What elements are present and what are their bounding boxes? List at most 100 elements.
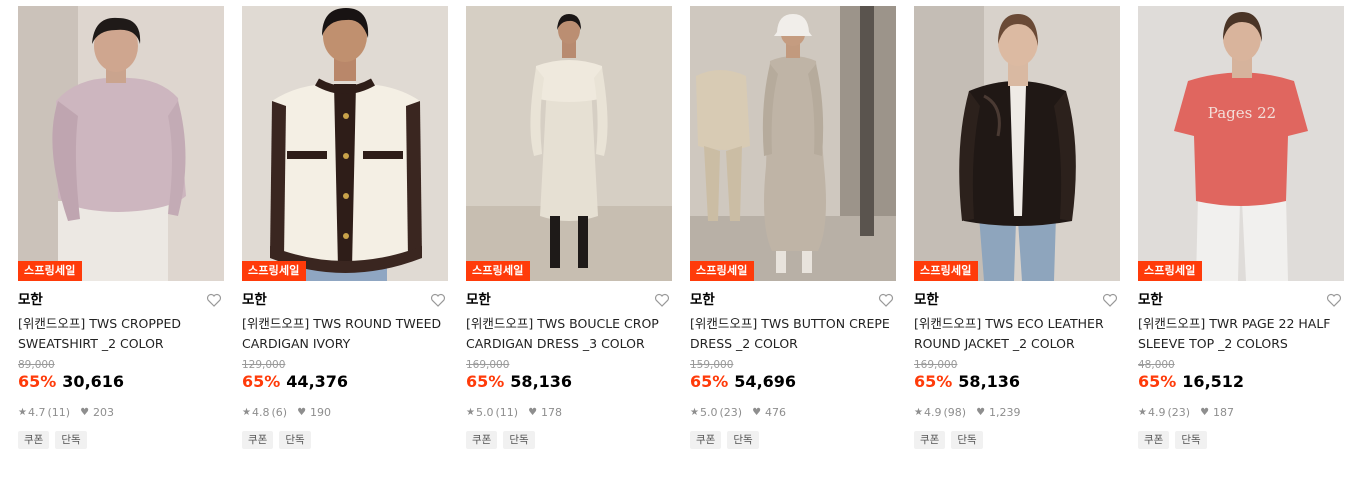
review-count: (6)	[271, 406, 288, 419]
like-count: 1,239	[989, 406, 1021, 419]
sale-price: 16,512	[1182, 372, 1245, 391]
rating-value: 4.7	[27, 406, 46, 419]
star-icon: ★	[690, 407, 699, 418]
sale-badge: 스프링세일	[914, 261, 978, 281]
product-name[interactable]: [위캔드오프] TWS CROPPED SWEATSHIRT _2 COLOR	[18, 314, 224, 353]
product-photo	[18, 6, 224, 281]
product-name[interactable]: [위캔드오프] TWS ECO LEATHER ROUND JACKET _2 …	[914, 314, 1120, 353]
coupon-tag: 쿠폰	[242, 431, 274, 449]
heart-filled-icon: ♥	[528, 407, 538, 418]
product-photo	[242, 6, 448, 281]
exclusive-tag: 단독	[1175, 431, 1207, 449]
product-card[interactable]: 스프링세일 모한 [위캔드오프] TWS ECO LEATHER ROUND J…	[914, 6, 1120, 449]
product-card[interactable]: 스프링세일 모한 [위캔드오프] TWS BOUCLE CROP CARDIGA…	[466, 6, 672, 449]
rating-value: 4.8	[251, 406, 270, 419]
review-meta: ★ 4.9 (23) ♥ 187	[1138, 406, 1344, 420]
product-photo: Pages 22	[1138, 6, 1344, 281]
heart-filled-icon: ♥	[297, 407, 307, 418]
product-photo	[914, 6, 1120, 281]
coupon-tag: 쿠폰	[18, 431, 50, 449]
heart-outline-icon[interactable]	[1102, 292, 1118, 308]
brand-name[interactable]: 모한	[466, 292, 491, 308]
product-card[interactable]: 스프링세일 모한 [위캔드오프] TWS BUTTON CREPE DRESS …	[690, 6, 896, 449]
like-count: 178	[541, 406, 563, 419]
star-icon: ★	[1138, 407, 1147, 418]
original-price: 169,000	[914, 359, 958, 371]
review-meta: ★ 4.9 (98) ♥ 1,239	[914, 406, 1120, 420]
sale-price: 30,616	[62, 372, 125, 391]
coupon-tag: 쿠폰	[466, 431, 498, 449]
heart-filled-icon: ♥	[80, 407, 90, 418]
discount-rate: 65%	[690, 372, 729, 391]
review-meta: ★ 4.7 (11) ♥ 203	[18, 406, 224, 420]
heart-filled-icon: ♥	[752, 407, 762, 418]
star-icon: ★	[914, 407, 923, 418]
product-image[interactable]: Pages 22 스프링세일	[1138, 6, 1344, 281]
original-price: 169,000	[466, 359, 510, 371]
discount-rate: 65%	[466, 372, 505, 391]
sale-badge: 스프링세일	[242, 261, 306, 281]
product-image[interactable]: 스프링세일	[690, 6, 896, 281]
review-count: (11)	[47, 406, 71, 419]
like-count: 203	[93, 406, 115, 419]
product-grid: 스프링세일 모한 [위캔드오프] TWS CROPPED SWEATSHIRT …	[0, 0, 1361, 480]
product-photo	[690, 6, 896, 281]
sale-badge: 스프링세일	[18, 261, 82, 281]
star-icon: ★	[18, 407, 27, 418]
product-card[interactable]: 스프링세일 모한 [위캔드오프] TWS CROPPED SWEATSHIRT …	[18, 6, 224, 449]
like-count: 476	[765, 406, 787, 419]
rating-value: 5.0	[475, 406, 494, 419]
rating-value: 4.9	[1147, 406, 1166, 419]
star-icon: ★	[466, 407, 475, 418]
product-card[interactable]: 스프링세일 모한 [위캔드오프] TWS ROUND TWEED CARDIGA…	[242, 6, 448, 449]
original-price: 129,000	[242, 359, 286, 371]
sale-price: 58,136	[510, 372, 573, 391]
heart-outline-icon[interactable]	[206, 292, 222, 308]
review-count: (98)	[943, 406, 967, 419]
review-meta: ★ 4.8 (6) ♥ 190	[242, 406, 448, 420]
original-price: 159,000	[690, 359, 734, 371]
review-count: (23)	[1167, 406, 1191, 419]
heart-outline-icon[interactable]	[1326, 292, 1342, 308]
product-image[interactable]: 스프링세일	[466, 6, 672, 281]
product-name[interactable]: [위캔드오프] TWS BOUCLE CROP CARDIGAN DRESS _…	[466, 314, 672, 353]
exclusive-tag: 단독	[951, 431, 983, 449]
product-name[interactable]: [위캔드오프] TWR PAGE 22 HALF SLEEVE TOP _2 C…	[1138, 314, 1344, 353]
coupon-tag: 쿠폰	[1138, 431, 1170, 449]
heart-outline-icon[interactable]	[430, 292, 446, 308]
sale-price: 44,376	[286, 372, 349, 391]
brand-name[interactable]: 모한	[18, 292, 43, 308]
discount-rate: 65%	[1138, 372, 1177, 391]
original-price: 89,000	[18, 359, 55, 371]
rating-value: 4.9	[923, 406, 942, 419]
product-name[interactable]: [위캔드오프] TWS ROUND TWEED CARDIGAN IVORY	[242, 314, 448, 353]
exclusive-tag: 단독	[279, 431, 311, 449]
brand-name[interactable]: 모한	[1138, 292, 1163, 308]
heart-filled-icon: ♥	[976, 407, 986, 418]
heart-outline-icon[interactable]	[878, 292, 894, 308]
star-icon: ★	[242, 407, 251, 418]
product-photo	[466, 6, 672, 281]
review-count: (11)	[495, 406, 519, 419]
coupon-tag: 쿠폰	[690, 431, 722, 449]
review-meta: ★ 5.0 (11) ♥ 178	[466, 406, 672, 420]
like-count: 190	[310, 406, 332, 419]
original-price: 48,000	[1138, 359, 1175, 371]
product-image[interactable]: 스프링세일	[242, 6, 448, 281]
heart-filled-icon: ♥	[1200, 407, 1210, 418]
product-image[interactable]: 스프링세일	[18, 6, 224, 281]
review-meta: ★ 5.0 (23) ♥ 476	[690, 406, 896, 420]
product-image[interactable]: 스프링세일	[914, 6, 1120, 281]
coupon-tag: 쿠폰	[914, 431, 946, 449]
heart-outline-icon[interactable]	[654, 292, 670, 308]
product-name[interactable]: [위캔드오프] TWS BUTTON CREPE DRESS _2 COLOR	[690, 314, 896, 353]
brand-name[interactable]: 모한	[914, 292, 939, 308]
sale-price: 54,696	[734, 372, 797, 391]
review-count: (23)	[719, 406, 743, 419]
sale-badge: 스프링세일	[690, 261, 754, 281]
exclusive-tag: 단독	[727, 431, 759, 449]
sale-badge: 스프링세일	[466, 261, 530, 281]
product-card[interactable]: Pages 22 스프링세일 모한 [위캔드오프] TWR PAGE 22 HA…	[1138, 6, 1344, 449]
brand-name[interactable]: 모한	[690, 292, 715, 308]
brand-name[interactable]: 모한	[242, 292, 267, 308]
